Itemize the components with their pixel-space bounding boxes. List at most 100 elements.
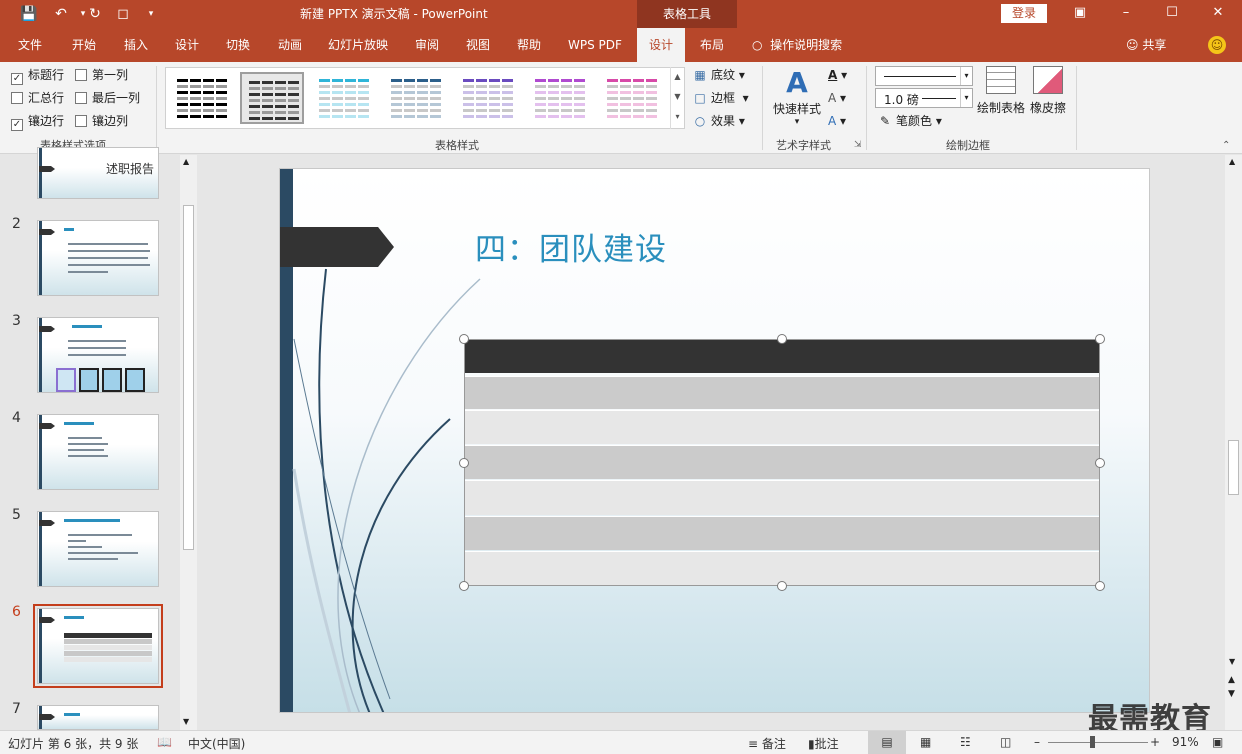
tab-transitions[interactable]: 切换 <box>224 28 252 62</box>
checkbox-banded-columns[interactable]: 镶边列 <box>75 112 128 130</box>
tab-insert[interactable]: 插入 <box>122 28 150 62</box>
tab-home[interactable]: 开始 <box>70 28 98 62</box>
text-fill-button[interactable]: A ▾ <box>828 66 847 84</box>
slide-thumbnail[interactable] <box>37 220 159 296</box>
tell-me-search[interactable]: ○ 操作说明搜索 <box>752 28 842 62</box>
spellcheck-icon[interactable]: 📖 <box>157 735 172 749</box>
resize-handle[interactable] <box>777 581 787 591</box>
close-icon[interactable]: ✕ <box>1206 2 1230 24</box>
slide-thumbnail[interactable]: 述职报告 <box>37 147 159 199</box>
gallery-scroll[interactable]: ▲ ▼ ▾ <box>670 67 684 129</box>
table-style-thumb[interactable] <box>170 72 234 124</box>
tab-view[interactable]: 视图 <box>464 28 492 62</box>
tab-animations[interactable]: 动画 <box>276 28 304 62</box>
resize-handle[interactable] <box>1095 581 1105 591</box>
pen-style-dropdown[interactable]: ▾ <box>875 66 973 86</box>
normal-view-icon[interactable]: ▤ <box>868 731 906 754</box>
share-button[interactable]: ☺ 共享 <box>1126 28 1166 62</box>
tab-table-layout[interactable]: 布局 <box>698 28 726 62</box>
previous-slide-icon[interactable]: ▲ <box>1228 675 1235 685</box>
language-indicator[interactable]: 中文(中国) <box>188 735 245 752</box>
tab-table-design[interactable]: 设计 <box>637 28 686 62</box>
gallery-more-icon[interactable]: ▾ <box>671 107 684 127</box>
slideshow-icon[interactable]: ◫ <box>1000 735 1011 749</box>
tab-slide-show[interactable]: 幻灯片放映 <box>326 28 390 62</box>
table-row[interactable] <box>465 410 1099 444</box>
tab-help[interactable]: 帮助 <box>515 28 543 62</box>
scrollbar-thumb[interactable] <box>183 205 194 550</box>
resize-handle[interactable] <box>1095 334 1105 344</box>
table-style-thumb[interactable] <box>600 72 664 124</box>
checkbox-total-row[interactable]: 汇总行 <box>11 89 64 107</box>
gallery-up-icon[interactable]: ▲ <box>671 67 684 87</box>
zoom-level[interactable]: 91% <box>1172 735 1199 749</box>
zoom-slider-thumb[interactable] <box>1090 736 1095 748</box>
table-style-thumb[interactable] <box>312 72 376 124</box>
scroll-up-icon[interactable]: ▲ <box>1229 157 1235 166</box>
resize-handle[interactable] <box>1095 458 1105 468</box>
checkbox-last-column[interactable]: 最后一列 <box>75 89 140 107</box>
table-row[interactable] <box>465 551 1099 585</box>
table-header-row[interactable] <box>465 340 1099 373</box>
collapse-ribbon-icon[interactable]: ⌃ <box>1222 140 1230 151</box>
checkbox-header-row[interactable]: ✓ 标题行 <box>11 66 64 85</box>
eraser-button[interactable]: 橡皮擦 <box>1028 66 1068 116</box>
slide-table[interactable] <box>464 339 1100 586</box>
canvas-scrollbar[interactable]: ▲ ▼ ▲ ▼ <box>1225 155 1242 730</box>
scroll-down-icon[interactable]: ▼ <box>183 717 189 726</box>
tab-file[interactable]: 文件 <box>16 28 44 62</box>
zoom-out-icon[interactable]: – <box>1034 735 1040 749</box>
slide-canvas[interactable]: 四：团队建设 <box>279 168 1150 713</box>
gallery-down-icon[interactable]: ▼ <box>671 87 684 107</box>
effects-button[interactable]: ○ 效果 ▾ <box>692 112 745 130</box>
next-slide-icon[interactable]: ▼ <box>1228 689 1235 699</box>
zoom-in-icon[interactable]: + <box>1150 735 1160 749</box>
table-style-thumb[interactable] <box>456 72 520 124</box>
table-style-thumb-selected[interactable] <box>240 72 304 124</box>
feedback-smiley-icon[interactable]: ☺ <box>1208 36 1226 54</box>
table-row[interactable] <box>465 516 1099 550</box>
login-button[interactable]: 登录 <box>1001 4 1047 23</box>
tab-design[interactable]: 设计 <box>173 28 201 62</box>
thumbnails-scrollbar[interactable]: ▲ ▼ <box>180 155 197 730</box>
slide-thumbnail[interactable] <box>37 317 159 393</box>
tab-review[interactable]: 审阅 <box>413 28 441 62</box>
checkbox-banded-rows[interactable]: ✓ 镶边行 <box>11 112 64 131</box>
text-effects-button[interactable]: A ▾ <box>828 112 846 130</box>
scroll-up-icon[interactable]: ▲ <box>183 157 189 166</box>
resize-handle[interactable] <box>459 458 469 468</box>
comments-button[interactable]: ▮批注 <box>808 735 839 752</box>
borders-button[interactable]: □ 边框 ▾ <box>692 89 748 107</box>
pen-color-button[interactable]: ✎ 笔颜色 ▾ <box>877 112 942 130</box>
ribbon-display-options-icon[interactable]: ▣ <box>1068 2 1092 24</box>
draw-table-button[interactable]: 绘制表格 <box>976 66 1026 116</box>
text-outline-button[interactable]: A ▾ <box>828 89 846 107</box>
notes-button[interactable]: ≡ 备注 <box>748 735 786 752</box>
table-row[interactable] <box>465 445 1099 479</box>
zoom-slider[interactable] <box>1048 742 1148 743</box>
table-row[interactable] <box>465 376 1099 409</box>
redo-icon[interactable]: ↻ <box>84 4 106 24</box>
scroll-down-icon[interactable]: ▼ <box>1229 657 1235 666</box>
pen-weight-dropdown[interactable]: 1.0 磅 ▾ <box>875 88 973 108</box>
table-style-thumb[interactable] <box>528 72 592 124</box>
slide-thumbnail[interactable] <box>37 414 159 490</box>
resize-handle[interactable] <box>777 334 787 344</box>
minimize-icon[interactable]: – <box>1114 2 1138 24</box>
resize-handle[interactable] <box>459 581 469 591</box>
dialog-launcher-icon[interactable]: ⇲ <box>854 140 862 150</box>
checkbox-first-column[interactable]: 第一列 <box>75 66 128 84</box>
customize-quick-access-icon[interactable]: ▾ <box>140 4 162 24</box>
maximize-icon[interactable]: ☐ <box>1160 2 1184 24</box>
scrollbar-thumb[interactable] <box>1228 440 1239 495</box>
slide-thumbnail[interactable] <box>37 511 159 587</box>
table-style-thumb[interactable] <box>384 72 448 124</box>
slide-title[interactable]: 四：团队建设 <box>475 224 667 269</box>
tab-wps-pdf[interactable]: WPS PDF <box>566 28 624 62</box>
slide-sorter-icon[interactable]: ▦ <box>920 735 931 749</box>
shading-button[interactable]: ▦ 底纹 ▾ <box>692 66 745 84</box>
slide-thumbnail[interactable] <box>37 705 159 730</box>
save-icon[interactable]: 💾 <box>18 4 40 24</box>
undo-icon[interactable]: ↶ <box>50 4 72 24</box>
start-from-beginning-icon[interactable]: ◻ <box>112 4 134 24</box>
